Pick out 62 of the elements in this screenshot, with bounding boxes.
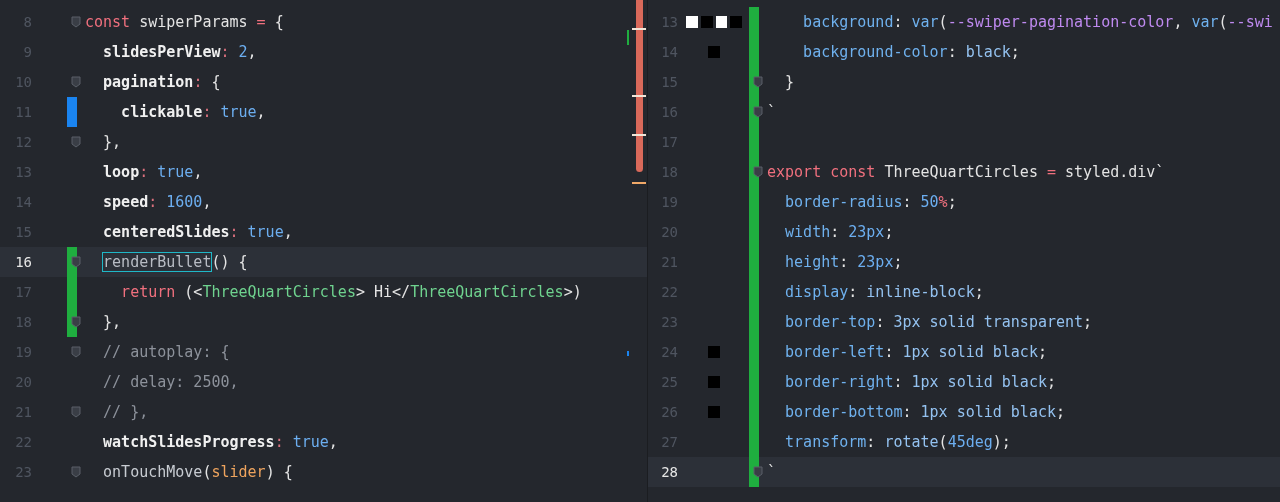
fold-icon[interactable] bbox=[71, 316, 81, 328]
code-line: // }, bbox=[102, 403, 149, 421]
code-line: onTouchMove(slider) { bbox=[102, 463, 293, 481]
color-swatch[interactable] bbox=[715, 16, 728, 28]
code-line: border-bottom: 1px solid black; bbox=[784, 403, 1066, 421]
fold-icon[interactable] bbox=[753, 166, 763, 178]
code-line: // autoplay: { bbox=[102, 343, 230, 361]
fold-icon[interactable] bbox=[71, 406, 81, 418]
code-line: transform: rotate(45deg); bbox=[784, 433, 1011, 451]
fold-icon[interactable] bbox=[71, 136, 81, 148]
code-line: return (<ThreeQuartCircles> Hi</ThreeQuartCircles>) bbox=[120, 283, 582, 301]
change-marker[interactable] bbox=[749, 7, 759, 37]
color-swatch[interactable] bbox=[730, 16, 742, 28]
code-line: border-right: 1px solid black; bbox=[784, 373, 1056, 391]
code-line: border-radius: 50%; bbox=[784, 193, 957, 211]
code-line: pagination: { bbox=[102, 73, 221, 91]
fold-icon[interactable] bbox=[753, 106, 763, 118]
scroll-marker bbox=[627, 351, 629, 356]
code-line: ` bbox=[767, 103, 777, 121]
fold-icon[interactable] bbox=[753, 466, 763, 478]
scroll-marker bbox=[632, 182, 646, 184]
code-line: renderBullet() { bbox=[102, 253, 248, 271]
color-swatch[interactable] bbox=[708, 406, 720, 418]
code-line: export const ThreeQuartCircles = styled.div` bbox=[767, 163, 1165, 181]
code-line: width: 23px; bbox=[784, 223, 894, 241]
fold-icon[interactable] bbox=[71, 256, 81, 268]
code-line: border-left: 1px solid black; bbox=[784, 343, 1047, 361]
fold-icon[interactable] bbox=[71, 466, 81, 478]
color-swatch[interactable] bbox=[708, 46, 720, 58]
color-swatch[interactable] bbox=[708, 346, 720, 358]
code-line: }, bbox=[102, 313, 122, 331]
code-line: background-color: black; bbox=[802, 43, 1020, 61]
color-swatch[interactable] bbox=[700, 16, 713, 28]
code-line: slidesPerView: 2, bbox=[102, 43, 257, 61]
color-swatch[interactable] bbox=[708, 376, 720, 388]
code-line: background: var(--swiper-pagination-color, var(--swi bbox=[802, 13, 1273, 31]
fold-icon[interactable] bbox=[71, 76, 81, 88]
code-line: centeredSlides: true, bbox=[102, 223, 293, 241]
code-line: const swiperParams = { bbox=[85, 13, 284, 31]
color-swatch[interactable] bbox=[686, 16, 698, 28]
change-marker[interactable] bbox=[67, 97, 77, 127]
scrollbar-thumb[interactable] bbox=[636, 0, 643, 172]
code-line: }, bbox=[102, 133, 122, 151]
code-line: clickable: true, bbox=[120, 103, 266, 121]
scroll-marker bbox=[627, 30, 629, 45]
fold-icon[interactable] bbox=[753, 76, 763, 88]
fold-icon[interactable] bbox=[71, 346, 81, 358]
code-line: border-top: 3px solid transparent; bbox=[784, 313, 1093, 331]
code-line: } bbox=[784, 73, 795, 91]
code-line: speed: 1600, bbox=[102, 193, 212, 211]
fold-icon[interactable] bbox=[71, 16, 81, 28]
code-line: // delay: 2500, bbox=[102, 373, 239, 391]
line-number: 28 bbox=[660, 464, 678, 480]
scroll-marker bbox=[632, 95, 646, 97]
code-line: loop: true, bbox=[102, 163, 203, 181]
code-line: watchSlidesProgress: true, bbox=[102, 433, 338, 451]
scroll-marker bbox=[632, 134, 646, 136]
code-line: height: 23px; bbox=[784, 253, 903, 271]
code-line: display: inline-block; bbox=[784, 283, 984, 301]
code-line: ` bbox=[767, 463, 777, 481]
line-number: 16 bbox=[14, 254, 32, 270]
scroll-marker bbox=[632, 28, 646, 30]
